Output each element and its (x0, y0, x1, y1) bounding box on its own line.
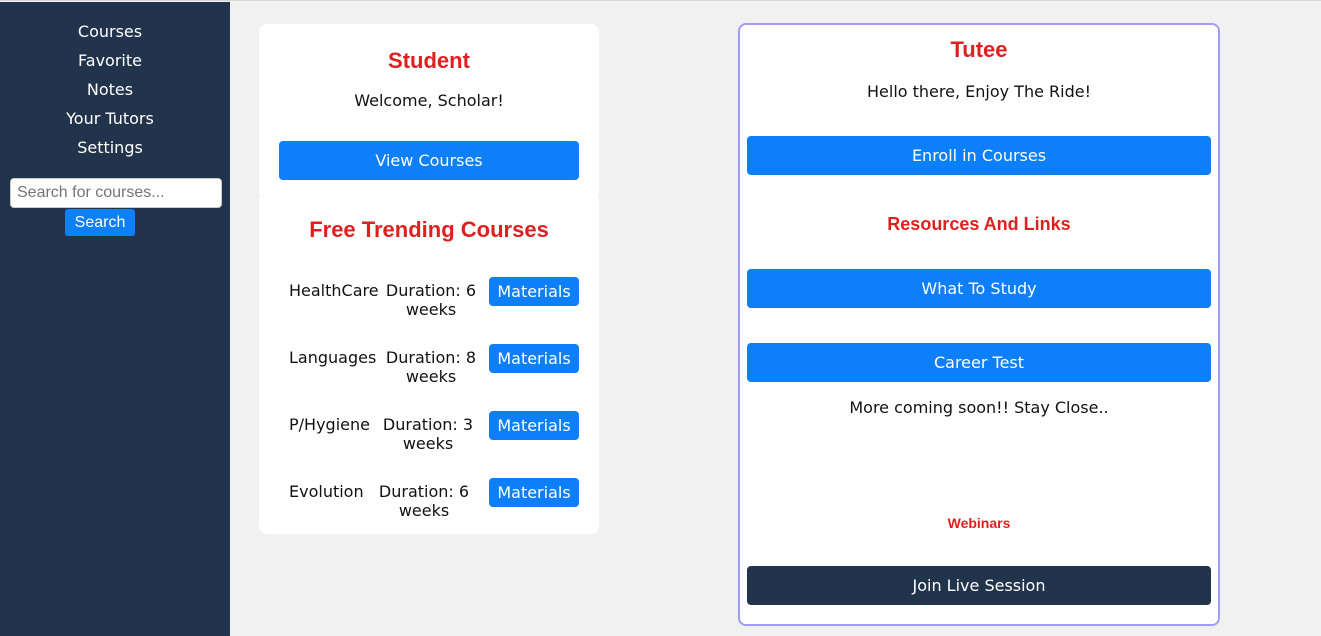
student-title: Student (388, 48, 470, 73)
course-duration: Duration: 6 weeks (385, 281, 477, 319)
resources-heading: Resources And Links (887, 214, 1071, 234)
course-row: P/Hygiene Duration: 3 weeks Materials (289, 411, 579, 455)
nav-notes[interactable]: Notes (0, 80, 220, 100)
webinars-heading: Webinars (947, 515, 1011, 531)
course-name: P/Hygiene (289, 415, 370, 434)
course-name: Languages (289, 348, 377, 367)
nav-courses[interactable]: Courses (0, 22, 220, 42)
student-welcome: Welcome, Scholar! (354, 91, 504, 110)
course-name: Evolution (289, 482, 364, 501)
materials-button[interactable]: Materials (489, 411, 579, 440)
course-row: HealthCare Duration: 6 weeks Materials (289, 277, 579, 321)
materials-button[interactable]: Materials (489, 344, 579, 373)
join-live-session-button[interactable]: Join Live Session (747, 566, 1211, 605)
career-test-button[interactable]: Career Test (747, 343, 1211, 382)
sidebar: Courses Favorite Notes Your Tutors Setti… (0, 2, 230, 636)
course-name: HealthCare (289, 281, 379, 300)
what-to-study-button[interactable]: What To Study (747, 269, 1211, 308)
materials-button[interactable]: Materials (489, 478, 579, 507)
nav-your-tutors[interactable]: Your Tutors (0, 109, 220, 129)
nav-favorite[interactable]: Favorite (0, 51, 220, 71)
course-row: Evolution Duration: 6 weeks Materials (289, 478, 579, 522)
enroll-courses-button[interactable]: Enroll in Courses (747, 136, 1211, 175)
student-card: Student Welcome, Scholar! View Courses (259, 24, 599, 200)
search-input[interactable] (10, 178, 222, 208)
nav-settings[interactable]: Settings (0, 138, 220, 158)
trending-courses-card: Free Trending Courses HealthCare Duratio… (259, 197, 599, 534)
course-duration: Duration: 8 weeks (385, 348, 477, 386)
course-duration: Duration: 3 weeks (382, 415, 474, 453)
trending-title: Free Trending Courses (309, 217, 549, 242)
tutee-title: Tutee (950, 37, 1008, 62)
tutee-greeting: Hello there, Enjoy The Ride! (867, 82, 1091, 101)
course-duration: Duration: 6 weeks (378, 482, 470, 520)
tutee-card: Tutee Hello there, Enjoy The Ride! Enrol… (738, 23, 1220, 626)
course-row: Languages Duration: 8 weeks Materials (289, 344, 579, 388)
coming-soon-text: More coming soon!! Stay Close.. (849, 398, 1109, 417)
materials-button[interactable]: Materials (489, 277, 579, 306)
view-courses-button[interactable]: View Courses (279, 141, 579, 180)
search-button[interactable]: Search (65, 209, 135, 236)
